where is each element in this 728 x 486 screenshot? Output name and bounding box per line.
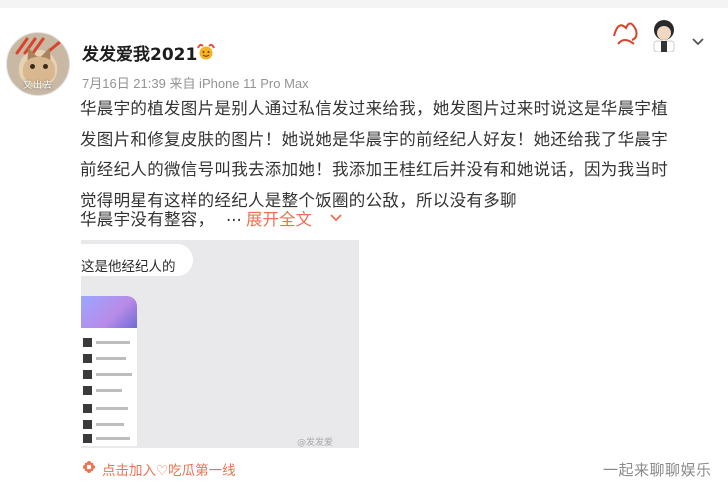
phone-screenshot-header (81, 296, 137, 328)
avatar[interactable]: 又出去 (6, 32, 70, 96)
post-text-truncated: 华晨宇没有整容， (80, 210, 215, 229)
post-meta: 7月16日 21:39 来自 iPhone 11 Pro Max (82, 76, 309, 91)
badge-icon (197, 43, 215, 60)
chat-bubble-text: 这是他经纪人的 (81, 259, 176, 275)
ellipsis: ... (226, 206, 242, 225)
phone-screenshot (81, 296, 137, 446)
avatar-caption: 又出去 (22, 81, 53, 91)
post-image[interactable]: 这是他经纪人的 @发发爱 (81, 240, 359, 448)
post-text-line: 前经纪人的微信号叫我去添加她！我添加王桂红后并没有和她说话，因为我当时 (80, 160, 668, 179)
join-group-link[interactable]: 点击加入♡吃瓜第一线 (102, 459, 236, 479)
footer-watermark: 一起来聊聊娱乐 (603, 461, 712, 479)
expand-chevron-icon[interactable] (329, 213, 343, 223)
dropdown-chevron-icon[interactable] (691, 37, 705, 47)
post-text-line: 发图片和修复皮肤的图片！她说她是华晨宇的前经纪人好友！她还给我了华晨宇 (80, 129, 668, 149)
avatar-decoration (15, 37, 63, 55)
flower-icon (83, 461, 95, 473)
expand-full-text-link[interactable]: 展开全文 (246, 206, 312, 230)
post-text: 华晨宇的植发图片是别人通过私信发过来给我，她发图片过来时说这是华晨宇植 发图片和… (80, 94, 708, 216)
avatar-cat-eye (43, 64, 48, 69)
image-watermark: @发发爱 (297, 438, 334, 448)
avatar-cat-eye (30, 64, 35, 69)
username[interactable]: 发发爱我2021 (82, 40, 197, 65)
post-text-line: 华晨宇的植发图片是别人通过私信发过来给我，她发图片过来时说这是华晨宇植 (80, 99, 668, 118)
chat-bubble: 这是他经纪人的 (81, 244, 193, 276)
top-strip (0, 0, 728, 8)
decorative-graphic (613, 20, 675, 52)
